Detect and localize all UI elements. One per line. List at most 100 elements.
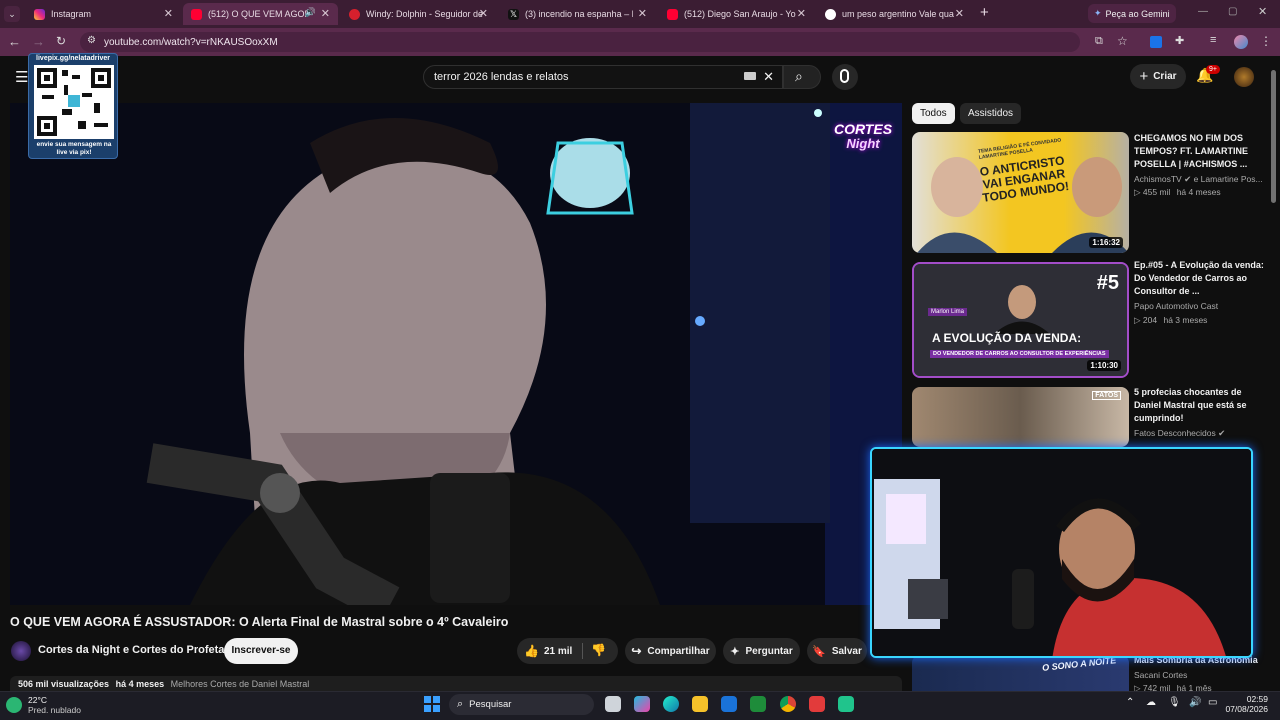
maximize-button[interactable]: ▢	[1228, 6, 1237, 17]
new-tab-button[interactable]: +	[980, 4, 989, 21]
windy-icon	[349, 8, 360, 20]
file-explorer-icon[interactable]	[692, 696, 708, 712]
video-player[interactable]: CORTES Night	[10, 103, 902, 605]
page-scrollbar[interactable]	[1271, 70, 1276, 203]
close-tab-icon[interactable]: ✕	[321, 7, 330, 20]
tab-instagram[interactable]: Instagram ✕	[26, 3, 181, 25]
address-bar[interactable]: ⚙ youtube.com/watch?v=rNKAUSOoxXM	[80, 32, 1080, 52]
tab-label: (512) Diego San Araujo - YouTu	[684, 9, 796, 19]
notifications-button[interactable]: 🔔 9+	[1196, 65, 1220, 87]
edge-icon[interactable]	[663, 696, 679, 712]
save-button[interactable]: 🔖 Salvar	[807, 638, 867, 664]
search-input[interactable]: terror 2026 lendas e relatos ✕	[423, 65, 783, 89]
close-window-button[interactable]: ✕	[1258, 5, 1267, 18]
weather-icon	[6, 697, 22, 713]
channel-name[interactable]: Cortes da Night e Cortes do Profeta	[38, 644, 224, 656]
description-box[interactable]: 506 mil visualizações há 4 meses Melhore…	[10, 676, 902, 691]
extensions-puzzle-icon[interactable]: ✚	[1175, 34, 1184, 47]
clear-search-icon[interactable]: ✕	[763, 69, 774, 85]
taskbar-clock[interactable]: 02:59 07/08/2026	[1222, 694, 1268, 714]
verified-icon: ✔	[1184, 174, 1192, 184]
subscribe-button[interactable]: Inscrever-se	[224, 638, 298, 664]
rec-thumbnail-4[interactable]: O SONO A NOITE	[912, 655, 1129, 691]
qr-caption: envie sua mensagem na live via pix!	[36, 141, 112, 156]
microphone-icon	[840, 69, 849, 83]
app-icon[interactable]	[838, 696, 854, 712]
dislike-button[interactable]: 👎	[591, 643, 606, 657]
close-tab-icon[interactable]: ✕	[479, 7, 488, 20]
close-tab-icon[interactable]: ✕	[164, 7, 173, 20]
app-icon[interactable]	[809, 696, 825, 712]
reload-icon[interactable]: ↻	[56, 34, 66, 48]
rec-views: 455 mil	[1142, 187, 1171, 197]
browser-menu-icon[interactable]: ⋮	[1260, 34, 1272, 48]
back-icon[interactable]: ←	[8, 34, 21, 49]
rec-thumbnail-3[interactable]: FATOS	[912, 387, 1129, 447]
app-icon[interactable]	[750, 696, 766, 712]
tab-x-search[interactable]: 𝕏 (3) incendio na espanha – Busc ✕	[500, 3, 655, 25]
microphone-icon[interactable]: 🎙	[1168, 697, 1181, 708]
extension-icon[interactable]	[1150, 36, 1162, 48]
outlook-icon[interactable]	[721, 696, 737, 712]
view-count: 506 mil visualizações	[18, 679, 110, 689]
thumb-headline: A EVOLUÇÃO DA VENDA:	[932, 331, 1082, 345]
system-tray-chevron-icon[interactable]: ⌃	[1126, 697, 1134, 708]
audio-playing-icon[interactable]: 🔊	[305, 7, 316, 18]
rec-title-3[interactable]: 5 profecias chocantes de Daniel Mastral …	[1134, 386, 1264, 425]
account-avatar[interactable]	[1234, 67, 1254, 87]
create-button[interactable]: + Criar	[1130, 64, 1186, 89]
bookmark-star-icon[interactable]: ☆	[1117, 34, 1128, 48]
close-tab-icon[interactable]: ✕	[638, 7, 647, 20]
keyboard-icon[interactable]	[744, 72, 756, 80]
close-tab-icon[interactable]: ✕	[955, 7, 964, 20]
share-button[interactable]: ↪ Compartilhar	[625, 638, 716, 664]
clock-date: 07/08/2026	[1225, 704, 1268, 714]
rec-channel-3[interactable]: Fatos Desconhecidos ✔	[1134, 428, 1225, 439]
channel-avatar[interactable]	[11, 641, 31, 661]
rec-age: há 4 meses	[1176, 187, 1221, 197]
tab-youtube-current[interactable]: (512) O QUE VEM AGORA É 🔊 ✕	[183, 3, 338, 25]
weather-widget[interactable]: 22°C Pred. nublado	[6, 693, 81, 717]
task-view-icon[interactable]	[605, 696, 621, 712]
thumb-name-tag: Marlon Lima	[928, 308, 968, 316]
ask-button[interactable]: ✦ Perguntar	[723, 638, 800, 664]
tab-youtube-diego[interactable]: (512) Diego San Araujo - YouTu ✕	[659, 3, 814, 25]
hamburger-menu-icon[interactable]: ☰	[15, 68, 28, 86]
channel-watermark-logo: CORTES Night	[830, 121, 896, 165]
minimize-button[interactable]: —	[1198, 6, 1208, 17]
gemini-button[interactable]: ✦ Peça ao Gemini	[1088, 4, 1176, 23]
forward-icon[interactable]: →	[32, 34, 45, 49]
install-app-icon[interactable]: ⧉	[1095, 35, 1103, 48]
battery-icon[interactable]: ▭	[1208, 697, 1217, 708]
profile-avatar[interactable]	[1234, 35, 1248, 49]
copilot-icon[interactable]	[634, 696, 650, 712]
tab-google-search[interactable]: um peso argentino Vale quanto ✕	[817, 3, 972, 25]
search-query: terror 2026 lendas e relatos	[434, 71, 569, 83]
qr-code-image	[34, 65, 114, 139]
like-button[interactable]: 👍 21 mil	[524, 643, 572, 659]
volume-icon[interactable]: 🔊	[1189, 697, 1201, 708]
rec-channel-1[interactable]: AchismosTV ✔ e Lamartine Pos...	[1134, 174, 1263, 185]
chip-all[interactable]: Todos	[912, 103, 955, 124]
tab-windy[interactable]: Windy: Dolphin - Seguidor de r ✕	[341, 3, 496, 25]
share-icon: ↪	[631, 644, 642, 658]
start-button[interactable]	[424, 696, 440, 712]
network-icon[interactable]: ☁	[1146, 697, 1156, 708]
chrome-icon[interactable]	[780, 696, 796, 712]
site-info-icon[interactable]: ⚙	[87, 35, 96, 46]
chip-watched[interactable]: Assistidos	[960, 103, 1022, 124]
rec-title-1[interactable]: CHEGAMOS NO FIM DOS TEMPOS? FT. LAMARTIN…	[1134, 132, 1264, 171]
rec-thumbnail-2[interactable]: #5 Marlon Lima A EVOLUÇÃO DA VENDA: DO V…	[912, 262, 1129, 378]
rec-channel-2[interactable]: Papo Automotivo Cast	[1134, 301, 1218, 311]
voice-search-button[interactable]	[832, 64, 858, 90]
search-button[interactable]: ⌕	[783, 65, 821, 89]
rec-thumbnail-1[interactable]: TEMA RELIGIÃO E FÉ CONVIDADO LAMARTINE P…	[912, 132, 1129, 253]
divider	[582, 643, 583, 659]
tab-search-button[interactable]: ⌄	[4, 6, 20, 22]
reading-list-icon[interactable]: ≡	[1210, 34, 1216, 46]
taskbar-search[interactable]: ⌕ Pesquisar	[449, 694, 594, 715]
close-tab-icon[interactable]: ✕	[797, 7, 806, 20]
weather-text: 22°C Pred. nublado	[28, 695, 81, 715]
rec-channel-4[interactable]: Sacani Cortes	[1134, 670, 1187, 680]
rec-title-2[interactable]: Ep.#05 - A Evolução da venda: Do Vendedo…	[1134, 259, 1264, 298]
